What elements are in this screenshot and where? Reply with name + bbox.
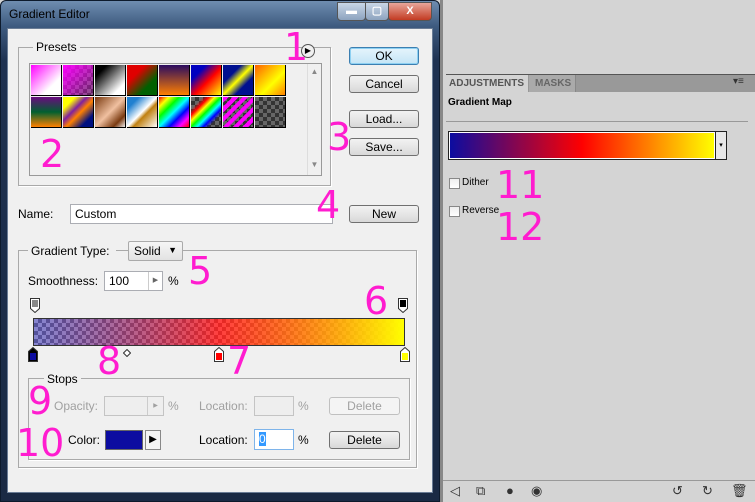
- annotation-8: 8: [97, 339, 122, 383]
- preset-swatch[interactable]: [95, 65, 126, 96]
- gradient-preview-bar[interactable]: [33, 318, 405, 346]
- opacity-location-input[interactable]: [254, 396, 294, 416]
- save-button[interactable]: Save...: [349, 138, 419, 156]
- opacity-location-unit: %: [298, 399, 309, 413]
- color-location-value: 0: [259, 432, 266, 446]
- preset-swatch[interactable]: [127, 97, 158, 128]
- preset-swatch[interactable]: [223, 65, 254, 96]
- presets-scrollbar[interactable]: ▲ ▼: [307, 64, 321, 175]
- gradient-type-select[interactable]: Solid ▼: [128, 241, 183, 261]
- gradient-map-picker[interactable]: ▾: [448, 131, 727, 160]
- gradient-type-value: Solid: [134, 244, 161, 258]
- color-stop[interactable]: [400, 346, 410, 365]
- color-stop[interactable]: [214, 346, 224, 365]
- smoothness-label: Smoothness:: [28, 274, 99, 288]
- opacity-delete-button[interactable]: Delete: [329, 397, 400, 415]
- tab-masks[interactable]: MASKS: [529, 75, 576, 92]
- name-label: Name:: [18, 207, 54, 221]
- annotation-4: 4: [316, 183, 341, 227]
- opacity-stop-right[interactable]: [398, 298, 408, 314]
- annotation-3: 3: [327, 115, 352, 159]
- preset-swatch[interactable]: [31, 65, 62, 96]
- reverse-checkbox[interactable]: [449, 206, 460, 217]
- color-location-input[interactable]: 0: [254, 429, 294, 450]
- preset-swatch[interactable]: [223, 97, 254, 128]
- slider-arrow-icon[interactable]: ▶: [147, 397, 163, 415]
- gradient-type-label: Gradient Type:: [28, 244, 116, 258]
- annotation-5: 5: [188, 249, 213, 293]
- preset-swatch[interactable]: [63, 97, 94, 128]
- tab-adjustments[interactable]: ADJUSTMENTS: [446, 75, 528, 92]
- preset-swatch[interactable]: [159, 97, 190, 128]
- close-button[interactable]: X: [388, 2, 432, 21]
- back-arrow-icon[interactable]: ◁: [450, 483, 460, 499]
- visibility-state-icon[interactable]: ●: [506, 483, 514, 498]
- preset-swatch[interactable]: [31, 97, 62, 128]
- chevron-down-icon: ▼: [168, 245, 177, 255]
- cancel-button[interactable]: Cancel: [349, 75, 419, 93]
- eye-icon[interactable]: ◉: [531, 483, 542, 499]
- maximize-button[interactable]: ▢: [365, 2, 389, 21]
- load-button[interactable]: Load...: [349, 110, 419, 128]
- reverse-label: Reverse: [462, 205, 500, 216]
- gradient-dropdown-icon[interactable]: ▾: [715, 132, 726, 159]
- slider-arrow-icon[interactable]: ▶: [148, 272, 162, 290]
- opacity-label: Opacity:: [54, 399, 99, 413]
- presets-label: Presets: [33, 40, 80, 54]
- annotation-2: 2: [40, 132, 65, 176]
- trash-icon[interactable]: 🗑: [731, 483, 748, 499]
- annotation-11: 11: [496, 163, 545, 207]
- color-label: Color:: [68, 433, 101, 447]
- color-location-unit: %: [298, 433, 309, 447]
- panel-divider: [446, 121, 748, 122]
- preset-swatch[interactable]: [255, 65, 286, 96]
- opacity-location-label: Location:: [199, 399, 248, 413]
- smoothness-unit: %: [168, 274, 179, 288]
- new-button[interactable]: New: [349, 205, 419, 223]
- color-menu-arrow-icon[interactable]: ▶: [145, 430, 161, 450]
- annotation-9: 9: [28, 379, 53, 423]
- dither-checkbox[interactable]: [449, 178, 460, 189]
- panel-title: Gradient Map: [448, 97, 512, 108]
- smoothness-input[interactable]: 100 ▶: [104, 271, 163, 291]
- preset-swatch[interactable]: [63, 65, 94, 96]
- annotation-12: 12: [496, 205, 545, 249]
- smoothness-value: 100: [109, 274, 130, 288]
- footer-divider: [443, 480, 755, 481]
- annotation-10: 10: [16, 421, 65, 465]
- preset-swatch[interactable]: [95, 97, 126, 128]
- reset-previous-icon[interactable]: ↺: [672, 483, 683, 499]
- reset-icon[interactable]: ↻: [702, 483, 713, 499]
- preset-swatch[interactable]: [191, 65, 222, 96]
- preset-swatch[interactable]: [127, 65, 158, 96]
- preset-swatch[interactable]: [255, 97, 286, 128]
- midpoint-diamond[interactable]: [122, 346, 132, 358]
- annotation-7: 7: [227, 339, 252, 383]
- opacity-input[interactable]: ▶: [104, 396, 164, 416]
- opacity-stop-left[interactable]: [30, 298, 40, 314]
- ok-button[interactable]: OK: [349, 47, 419, 65]
- annotation-1: 1: [284, 25, 309, 69]
- color-delete-button[interactable]: Delete: [329, 431, 400, 449]
- dither-label: Dither: [462, 177, 489, 188]
- name-input[interactable]: Custom: [70, 204, 333, 224]
- minimize-button[interactable]: ▬: [337, 2, 366, 21]
- color-location-label: Location:: [199, 433, 248, 447]
- color-swatch[interactable]: [105, 430, 143, 450]
- preset-swatch[interactable]: [191, 97, 222, 128]
- panel-menu-icon[interactable]: ▾≡: [733, 76, 744, 87]
- annotation-6: 6: [364, 279, 389, 323]
- clip-layer-icon[interactable]: ⧉: [476, 483, 485, 499]
- preset-swatch[interactable]: [159, 65, 190, 96]
- presets-list: ▲ ▼: [29, 63, 322, 176]
- opacity-unit: %: [168, 399, 179, 413]
- color-stop[interactable]: [28, 346, 38, 365]
- window-title: Gradient Editor: [9, 7, 90, 21]
